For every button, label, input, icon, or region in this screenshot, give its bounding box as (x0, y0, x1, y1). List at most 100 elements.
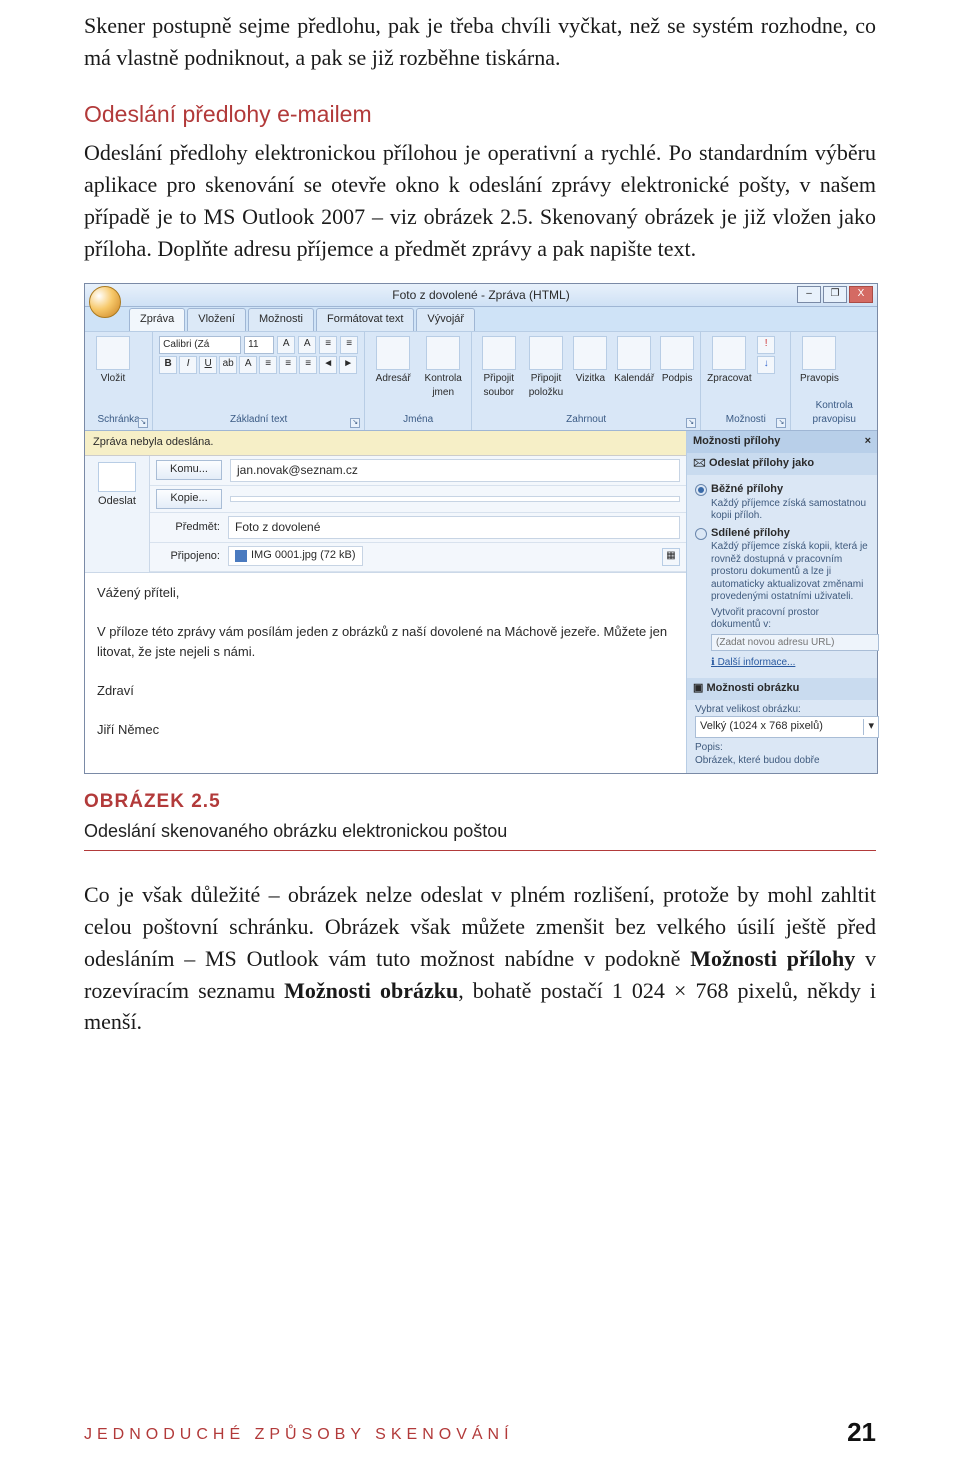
group-proofing-label: Kontrola pravopisu (797, 399, 871, 428)
body-line: Jiří Němec (97, 720, 674, 740)
chevron-down-icon: ▾ (863, 719, 874, 735)
high-importance-icon[interactable]: ! (757, 336, 775, 354)
radio-icon (695, 528, 707, 540)
tab-formatovat[interactable]: Formátovat text (316, 308, 414, 331)
font-color-icon[interactable]: A (239, 356, 257, 374)
image-size-label: Vybrat velikost obrázku: (695, 704, 869, 717)
pane-section-send-as: 🖂 Odeslat přílohy jako (687, 453, 877, 475)
underline-icon[interactable]: U (199, 356, 217, 374)
signature-icon (660, 336, 694, 370)
figure-rule (84, 850, 876, 851)
section-heading-email: Odeslání předlohy e-mailem (84, 98, 876, 131)
tab-vyvojar[interactable]: Vývojář (416, 308, 475, 331)
more-info-link[interactable]: ℹ Další informace... (711, 657, 795, 668)
dialog-launcher-icon[interactable]: ↘ (138, 418, 148, 428)
check-names-icon (426, 336, 460, 370)
calendar-icon (617, 336, 651, 370)
numbering-icon[interactable]: ≡ (340, 336, 358, 354)
business-card-button[interactable]: Vizitka (573, 336, 609, 387)
attachment-options-pane: Možnosti přílohy × 🖂 Odeslat přílohy jako… (686, 431, 877, 774)
bold-icon[interactable]: B (159, 356, 177, 374)
body-line: Zdraví (97, 681, 674, 701)
flag-icon (712, 336, 746, 370)
calendar-button[interactable]: Kalendář (614, 336, 654, 387)
signature-button[interactable]: Podpis (660, 336, 694, 387)
radio-shared-attachments[interactable]: Sdílené přílohyKaždý příjemce získá kopi… (695, 526, 869, 671)
paste-button[interactable]: Vložit (91, 336, 135, 387)
close-button[interactable]: X (849, 286, 873, 303)
dialog-launcher-icon[interactable]: ↘ (350, 418, 360, 428)
send-icon (98, 462, 136, 492)
to-button[interactable]: Komu... (156, 460, 222, 480)
italic-icon[interactable]: I (179, 356, 197, 374)
message-body[interactable]: Vážený příteli, V příloze této zprávy vá… (85, 572, 686, 773)
indent-inc-icon[interactable]: ► (339, 356, 357, 374)
footer-page-number: 21 (847, 1414, 876, 1452)
grow-font-icon[interactable]: A (277, 336, 295, 354)
group-clipboard-label: Schránka↘ (91, 413, 146, 428)
cc-button[interactable]: Kopie... (156, 489, 222, 509)
card-icon (573, 336, 607, 370)
shrink-font-icon[interactable]: A (298, 336, 316, 354)
align-right-icon[interactable]: ≡ (299, 356, 317, 374)
description-label: Popis: (695, 742, 869, 755)
font-size-select[interactable]: 11 (244, 336, 274, 355)
pane-title: Možnosti přílohy (693, 434, 780, 450)
radio-icon (695, 484, 707, 496)
paragraph-resolution: Co je však důležité – obrázek nelze odes… (84, 879, 876, 1038)
paragraph-email: Odeslání předlohy elektronickou přílohou… (84, 137, 876, 265)
align-center-icon[interactable]: ≡ (279, 356, 297, 374)
attachment-chip[interactable]: IMG 0001.jpg (72 kB) (228, 546, 363, 566)
maximize-button[interactable]: ❐ (823, 286, 847, 303)
image-file-icon (235, 550, 247, 562)
title-bar: Foto z dovolené - Zpráva (HTML) – ❐ X (85, 284, 877, 307)
group-options-label: Možnosti↘ (707, 413, 784, 428)
highlight-icon[interactable]: ab (219, 356, 237, 374)
window-title: Foto z dovolené - Zpráva (HTML) (392, 287, 569, 304)
info-bar: Zpráva nebyla odeslána. (85, 431, 686, 456)
bullets-icon[interactable]: ≡ (319, 336, 337, 354)
workspace-url-input[interactable] (711, 634, 879, 651)
send-button[interactable]: Odeslat (89, 494, 145, 510)
indent-dec-icon[interactable]: ◄ (319, 356, 337, 374)
subject-label: Předmět: (156, 520, 220, 536)
pane-section-image-options: ▣ Možnosti obrázku (687, 678, 877, 700)
figure-caption: Odeslání skenovaného obrázku elektronick… (84, 818, 876, 844)
tab-vlozeni[interactable]: Vložení (187, 308, 246, 331)
tab-zprava[interactable]: Zpráva (129, 308, 185, 331)
cc-field[interactable] (230, 496, 680, 502)
dialog-launcher-icon[interactable]: ↘ (686, 418, 696, 428)
attachment-options-icon[interactable]: ▦ (662, 548, 680, 566)
attach-item-button[interactable]: Připojit položku (525, 336, 566, 401)
align-left-icon[interactable]: ≡ (259, 356, 277, 374)
paste-icon (96, 336, 130, 370)
attached-label: Připojeno: (156, 549, 220, 565)
dialog-launcher-icon[interactable]: ↘ (776, 418, 786, 428)
figure-number: OBRÁZEK 2.5 (84, 788, 876, 816)
follow-up-button[interactable]: Zpracovat (707, 336, 751, 387)
image-size-select[interactable]: Velký (1024 x 768 pixelů)▾ (695, 716, 879, 738)
footer-section-title: JEDNODUCHÉ ZPŮSOBY SKENOVÁNÍ (84, 1426, 514, 1443)
office-orb-icon[interactable] (89, 286, 121, 318)
check-names-button[interactable]: Kontrola jmen (421, 336, 465, 401)
radio-regular-attachments[interactable]: Běžné přílohyKaždý příjemce získá samost… (695, 482, 869, 523)
low-importance-icon[interactable]: ↓ (757, 356, 775, 374)
attach-item-icon (529, 336, 563, 370)
minimize-button[interactable]: – (797, 286, 821, 303)
group-include-label: Zahrnout↘ (478, 413, 694, 428)
tab-moznosti[interactable]: Možnosti (248, 308, 314, 331)
font-name-select[interactable]: Calibri (Zá (159, 336, 241, 355)
to-field[interactable]: jan.novak@seznam.cz (230, 459, 680, 482)
pane-close-icon[interactable]: × (865, 434, 871, 450)
address-book-icon (376, 336, 410, 370)
body-line: V příloze této zprávy vám posílám jeden … (97, 622, 674, 661)
address-book-button[interactable]: Adresář (371, 336, 415, 387)
ribbon: Vložit Schránka↘ Calibri (Zá 11 A A ≡ ≡ (85, 331, 877, 431)
spelling-button[interactable]: Pravopis (797, 336, 841, 387)
abc-check-icon (802, 336, 836, 370)
description-text: Obrázek, které budou dobře (695, 755, 869, 768)
body-line: Vážený příteli, (97, 583, 674, 603)
subject-field[interactable]: Foto z dovolené (228, 516, 680, 539)
outlook-window: Foto z dovolené - Zpráva (HTML) – ❐ X Zp… (84, 283, 878, 775)
attach-file-button[interactable]: Připojit soubor (478, 336, 519, 401)
